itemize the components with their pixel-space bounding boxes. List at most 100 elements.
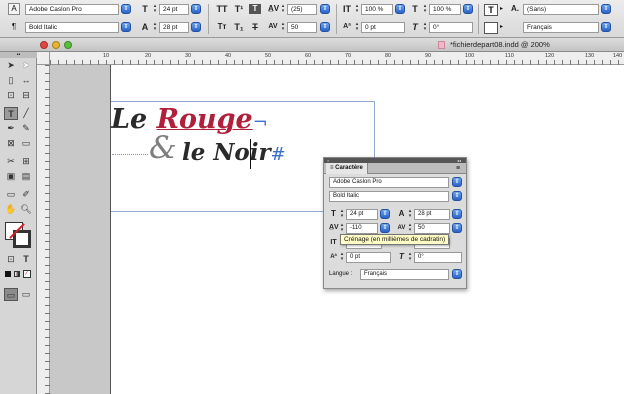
- panel-baseline-shift-field[interactable]: 0 pt: [346, 252, 391, 263]
- panel-kerning-field[interactable]: -110: [346, 223, 378, 234]
- paragraph-mode-icon[interactable]: ¶: [8, 21, 20, 33]
- tracking-stepper[interactable]: ▴ ▾: [280, 22, 286, 32]
- minimize-window-button[interactable]: [52, 41, 60, 49]
- panel-font-style-field[interactable]: Bold Italic: [329, 191, 449, 202]
- panel-skew-stepper[interactable]: ▴ ▾: [407, 252, 413, 262]
- font-size-dropdown-icon[interactable]: ⇕: [191, 4, 201, 14]
- panel-tracking-stepper[interactable]: ▴ ▾: [407, 223, 413, 233]
- language-field[interactable]: Français: [523, 22, 599, 33]
- zoom-window-button[interactable]: [64, 41, 72, 49]
- panel-tracking-field[interactable]: 50: [414, 223, 450, 234]
- language-style-field[interactable]: (Sans): [523, 4, 599, 15]
- note-tool-icon[interactable]: ▭: [4, 188, 18, 201]
- vertical-scale-field[interactable]: 100 %: [361, 4, 393, 15]
- panel-font-size-field[interactable]: 24 pt: [346, 209, 378, 220]
- leading-field[interactable]: 28 pt: [159, 22, 189, 33]
- apply-gradient-icon[interactable]: [14, 271, 20, 277]
- font-family-dropdown-icon[interactable]: ⇕: [121, 4, 131, 14]
- skew-field[interactable]: 0°: [429, 22, 473, 33]
- vertical-scale-dropdown-icon[interactable]: ⇕: [395, 4, 405, 14]
- font-style-field[interactable]: Bold Italic: [25, 22, 119, 33]
- baseline-shift-field[interactable]: 0 pt: [361, 22, 405, 33]
- formatting-text-icon[interactable]: T: [19, 253, 33, 266]
- panel-baseline-shift-stepper[interactable]: ▴ ▾: [339, 252, 345, 262]
- panel-font-family-dropdown-icon[interactable]: ⇕: [452, 177, 462, 187]
- leading-dropdown-icon[interactable]: ⇕: [191, 22, 201, 32]
- subscript-button[interactable]: T₁: [232, 22, 246, 32]
- gradient-swatch-tool-icon[interactable]: ▣: [4, 170, 18, 183]
- close-window-button[interactable]: [40, 41, 48, 49]
- direct-selection-tool-icon[interactable]: ➤: [19, 59, 33, 72]
- swatch-stroke-icon[interactable]: [484, 22, 498, 34]
- panel-kerning-stepper[interactable]: ▴ ▾: [339, 223, 345, 233]
- horizontal-scale-stepper[interactable]: ▴ ▾: [422, 4, 428, 14]
- fill-stroke-swatch-icon[interactable]: [5, 222, 31, 248]
- panel-leading-dropdown-icon[interactable]: ⇕: [452, 209, 462, 219]
- panel-language-dropdown-icon[interactable]: ⇕: [452, 269, 462, 279]
- panel-font-size-dropdown-icon[interactable]: ⇕: [380, 209, 390, 219]
- panel-font-family-field[interactable]: Adobe Caslon Pro: [329, 177, 449, 188]
- small-caps-button[interactable]: Tт: [215, 22, 229, 32]
- panel-kerning-dropdown-icon[interactable]: ⇕: [380, 223, 390, 233]
- skew-stepper[interactable]: ▴ ▾: [422, 22, 428, 32]
- panel-leading-field[interactable]: 28 pt: [414, 209, 450, 220]
- vertical-scale-stepper[interactable]: ▴ ▾: [354, 4, 360, 14]
- leading-stepper[interactable]: ▴ ▾: [152, 22, 158, 32]
- language-dropdown-icon[interactable]: ⇕: [601, 22, 611, 32]
- zoom-tool-icon[interactable]: 🔍︎: [19, 203, 33, 216]
- font-size-field[interactable]: 24 pt: [159, 4, 189, 15]
- panel-leading-stepper[interactable]: ▴ ▾: [407, 209, 413, 219]
- font-size-stepper[interactable]: ▴ ▾: [152, 4, 158, 14]
- swatch-arrow-icon[interactable]: ▸: [500, 23, 503, 30]
- gap-tool-icon[interactable]: ↔: [19, 74, 33, 87]
- kerning-field[interactable]: (25): [287, 4, 317, 15]
- rectangle-tool-icon[interactable]: ▭: [19, 137, 33, 150]
- apply-color-icon[interactable]: [5, 271, 11, 277]
- panel-skew-field[interactable]: 0°: [414, 252, 462, 263]
- pen-tool-icon[interactable]: ✒: [4, 122, 18, 135]
- tracking-dropdown-icon[interactable]: ⇕: [320, 22, 330, 32]
- hand-tool-icon[interactable]: ✋: [4, 203, 18, 216]
- pencil-tool-icon[interactable]: ✎: [19, 122, 33, 135]
- tracking-field[interactable]: 50: [287, 22, 317, 33]
- kerning-dropdown-icon[interactable]: ⇕: [320, 4, 330, 14]
- strikethrough-button[interactable]: T: [249, 22, 261, 32]
- font-style-dropdown-icon[interactable]: ⇕: [121, 22, 131, 32]
- panel-language-field[interactable]: Français: [360, 269, 449, 280]
- character-mode-icon[interactable]: A: [8, 3, 20, 15]
- font-family-field[interactable]: Adobe Caslon Pro: [25, 4, 119, 15]
- line-tool-icon[interactable]: ╱: [19, 107, 33, 120]
- free-transform-tool-icon[interactable]: ⊞: [19, 155, 33, 168]
- horizontal-scale-dropdown-icon[interactable]: ⇕: [463, 4, 473, 14]
- all-caps-button[interactable]: TT: [215, 4, 229, 14]
- superscript-button[interactable]: T¹: [232, 4, 246, 14]
- leading-icon: A: [141, 22, 149, 32]
- selection-tool-icon[interactable]: ➤: [4, 59, 18, 72]
- type-tool-icon[interactable]: T: [4, 107, 18, 120]
- character-style-arrow-icon[interactable]: ▸: [500, 5, 503, 12]
- content-collector-icon[interactable]: ⊡: [4, 89, 18, 102]
- eyedropper-tool-icon[interactable]: ✐: [19, 188, 33, 201]
- text-line-2[interactable]: le Noir#: [182, 140, 286, 168]
- apply-none-icon[interactable]: ⁄: [23, 270, 31, 278]
- formatting-container-icon[interactable]: ⊡: [4, 253, 18, 266]
- panel-tracking-dropdown-icon[interactable]: ⇕: [452, 223, 462, 233]
- character-style-icon[interactable]: T: [484, 4, 498, 16]
- tab-caractere[interactable]: ≡ Caractère: [326, 163, 368, 174]
- panel-font-size-stepper[interactable]: ▴ ▾: [339, 209, 345, 219]
- horizontal-scale-field[interactable]: 100 %: [429, 4, 461, 15]
- preview-mode-icon[interactable]: ▭: [19, 288, 33, 301]
- kerning-stepper[interactable]: ▴ ▾: [280, 4, 286, 14]
- underline-button[interactable]: T: [249, 4, 261, 14]
- page-tool-icon[interactable]: ▯: [4, 74, 18, 87]
- panel-font-style-dropdown-icon[interactable]: ⇕: [452, 191, 462, 201]
- gradient-feather-tool-icon[interactable]: ▤: [19, 170, 33, 183]
- normal-view-icon[interactable]: ▭: [4, 288, 18, 301]
- panel-menu-icon[interactable]: ≡: [456, 164, 460, 173]
- language-style-dropdown-icon[interactable]: ⇕: [601, 4, 611, 14]
- scissors-tool-icon[interactable]: ✂: [4, 155, 18, 168]
- content-placer-icon[interactable]: ⊟: [19, 89, 33, 102]
- baseline-shift-stepper[interactable]: ▴ ▾: [354, 22, 360, 32]
- text-line-1[interactable]: Le Rouge¬: [111, 105, 268, 138]
- rectangle-frame-tool-icon[interactable]: ⊠: [4, 137, 18, 150]
